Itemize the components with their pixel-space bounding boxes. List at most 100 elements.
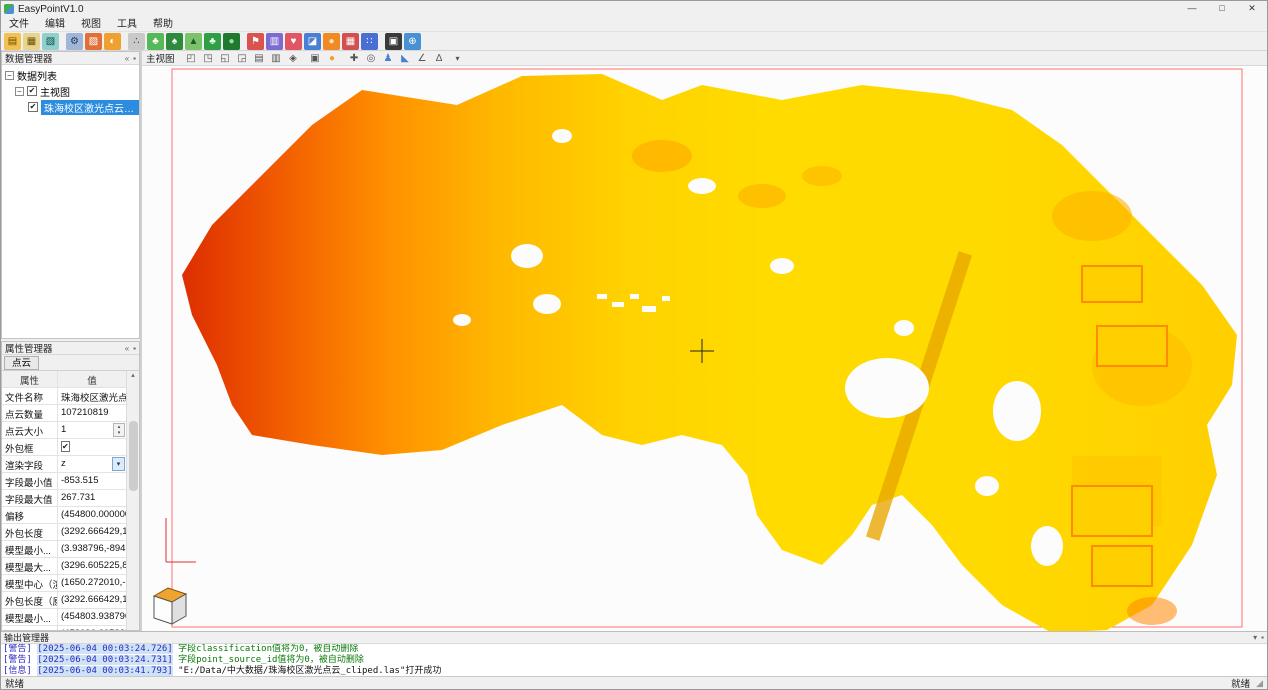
chevron-down-icon[interactable]: ▾ [1253,633,1257,642]
title-bar: EasyPointV1.0 — □ ✕ [1,1,1267,17]
table-row-bbox: 外包框 ✔ [2,439,126,456]
scatter-icon[interactable]: ∷ [361,33,378,50]
classify-grid-icon[interactable]: ▦ [342,33,359,50]
person-icon[interactable]: ♟ [381,52,396,65]
property-manager-panel: 属性管理器 « ▪ 点云 属性 值 文件名称 [1,341,140,631]
point-cloud-footprint [182,74,1237,631]
chart-icon[interactable]: ◪ [304,33,321,50]
axis-lines [166,518,196,562]
tree-icon[interactable]: ♣ [147,33,164,50]
pin-icon[interactable]: ▪ [1261,633,1264,642]
left-dock: 数据管理器 « ▪ − 数据列表 − ✔ 主视图 [1,51,142,631]
building-icon[interactable]: ▥ [266,33,283,50]
collapse-icon[interactable]: « [125,344,129,353]
pin-icon[interactable]: ▪ [133,54,136,63]
property-scrollbar[interactable]: ▴ [126,371,139,630]
save-icon[interactable]: ▦ [23,33,40,50]
table-row: 偏移 (454800.000000,2... [2,507,126,524]
tree-node-root[interactable]: − 数据列表 [2,67,139,83]
mainview-checkbox[interactable]: ✔ [27,86,37,96]
view-front-icon[interactable]: ◰ [184,52,199,65]
resize-grip[interactable]: ◢ [1256,678,1263,689]
axis-cube-indicator[interactable] [154,588,186,624]
chevron-down-icon[interactable]: ▾ [112,457,125,471]
table-row: 模型最小... (3.938796,-894.67... [2,541,126,558]
collapse-icon[interactable]: « [125,54,129,63]
status-left: 就绪 [5,676,24,690]
tree-item-label-selected[interactable]: 珠海校区激光点云_cliped [41,100,139,115]
angle-icon[interactable]: ∆ [432,52,447,65]
chevron-down-icon[interactable]: ▾ [452,54,464,63]
table-row: 字段最小值 -853.515 [2,473,126,490]
viewport-3d[interactable] [142,66,1267,631]
fit-view-icon[interactable]: ✚ [347,52,362,65]
log-line: [警告] [2025-06-04 00:03:24.731] 字段point_s… [3,655,1267,666]
menu-edit[interactable]: 编辑 [37,17,73,32]
points-icon[interactable]: ∴ [128,33,145,50]
pointsize-stepper[interactable]: 1 ▴ ▾ [58,422,126,438]
output-manager-title: 输出管理器 [4,631,49,644]
render-icon[interactable]: ▨ [85,33,102,50]
menu-help[interactable]: 帮助 [145,17,181,32]
snapshot-icon[interactable]: ▣ [308,52,323,65]
menu-view[interactable]: 视图 [73,17,109,32]
expander-icon[interactable]: − [5,71,14,80]
ruler-icon[interactable]: ∠ [415,52,430,65]
sphere-icon[interactable]: ● [323,33,340,50]
property-table-header: 属性 值 [2,371,126,388]
pointcloud-checkbox[interactable]: ✔ [28,102,38,112]
tab-main-view[interactable]: 主视图 [146,51,175,65]
select-area-icon[interactable]: ◣ [398,52,413,65]
table-row: 模型最大... (3296.605225,868... [2,558,126,575]
wrench-icon[interactable]: ⚙ [66,33,83,50]
minimize-button[interactable]: — [1177,1,1207,17]
heart-icon[interactable]: ♥ [285,33,302,50]
menu-file[interactable]: 文件 [1,17,37,32]
bbox-checkbox[interactable]: ✔ [61,441,70,452]
render-sphere-icon[interactable]: ● [325,52,340,65]
tab-pointcloud[interactable]: 点云 [4,356,39,370]
scrollbar-thumb[interactable] [129,421,138,491]
view-iso-icon[interactable]: ◈ [286,52,301,65]
vegetation-icon[interactable]: ♣ [204,33,221,50]
layer-tree: − 数据列表 − ✔ 主视图 ✔ 珠海校区激光点云_cliped [2,65,139,338]
close-button[interactable]: ✕ [1237,1,1267,17]
camera-icon[interactable]: ▣ [385,33,402,50]
open-folder-icon[interactable]: ▤ [4,33,21,50]
spinner-buttons[interactable]: ▴ ▾ [113,423,125,437]
terrain-icon[interactable]: ▲ [185,33,202,50]
tree-node-mainview[interactable]: − ✔ 主视图 [2,83,139,99]
globe-icon[interactable]: ⊕ [404,33,421,50]
expander-icon[interactable]: − [15,87,24,96]
view-toolbar: 主视图 ◰◳◱◲▤▥◈ ▣● ✚◎♟◣∠∆ ▾ [142,51,1267,66]
tree-node-pointcloud[interactable]: ✔ 珠海校区激光点云_cliped [2,99,139,115]
view-left-icon[interactable]: ◱ [218,52,233,65]
maximize-button[interactable]: □ [1207,1,1237,17]
renderfield-dropdown[interactable]: z ▾ [58,456,126,472]
pin-icon[interactable]: ▪ [133,344,136,353]
view-top-icon[interactable]: ▤ [252,52,267,65]
table-row: 模型最大... (458096.605225,2... [2,626,126,630]
view-right-icon[interactable]: ◲ [235,52,250,65]
pick-point-icon[interactable]: ◎ [364,52,379,65]
colormap-icon[interactable]: ◐ [104,33,121,50]
tree-root-label: 数据列表 [17,68,57,83]
table-row-renderfield: 渲染字段 z ▾ [2,456,126,473]
view-bottom-icon[interactable]: ▥ [269,52,284,65]
table-row: 字段最大值 267.731 [2,490,126,507]
table-row: 外包长度（原... (3292.666429,176... [2,592,126,609]
view-back-icon[interactable]: ◳ [201,52,216,65]
application-window: EasyPointV1.0 — □ ✕ 文件 编辑 视图 工具 帮助 ▤▦▧⚙▨… [0,0,1268,690]
canopy-icon[interactable]: ● [223,33,240,50]
layers-icon[interactable]: ▧ [42,33,59,50]
data-manager-panel: 数据管理器 « ▪ − 数据列表 − ✔ 主视图 [1,51,140,339]
status-right: 就绪 [1231,676,1250,690]
menu-bar: 文件 编辑 视图 工具 帮助 [1,17,1267,32]
menu-tools[interactable]: 工具 [109,17,145,32]
flag-icon[interactable]: ⚑ [247,33,264,50]
app-logo-icon [4,4,14,14]
status-bar: 就绪 就绪 ◢ [1,676,1267,689]
table-row: 模型最小... (454803.938796,2... [2,609,126,626]
pine-tree-icon[interactable]: ♠ [166,33,183,50]
table-row: 文件名称 珠海校区激光点云... [2,388,126,405]
